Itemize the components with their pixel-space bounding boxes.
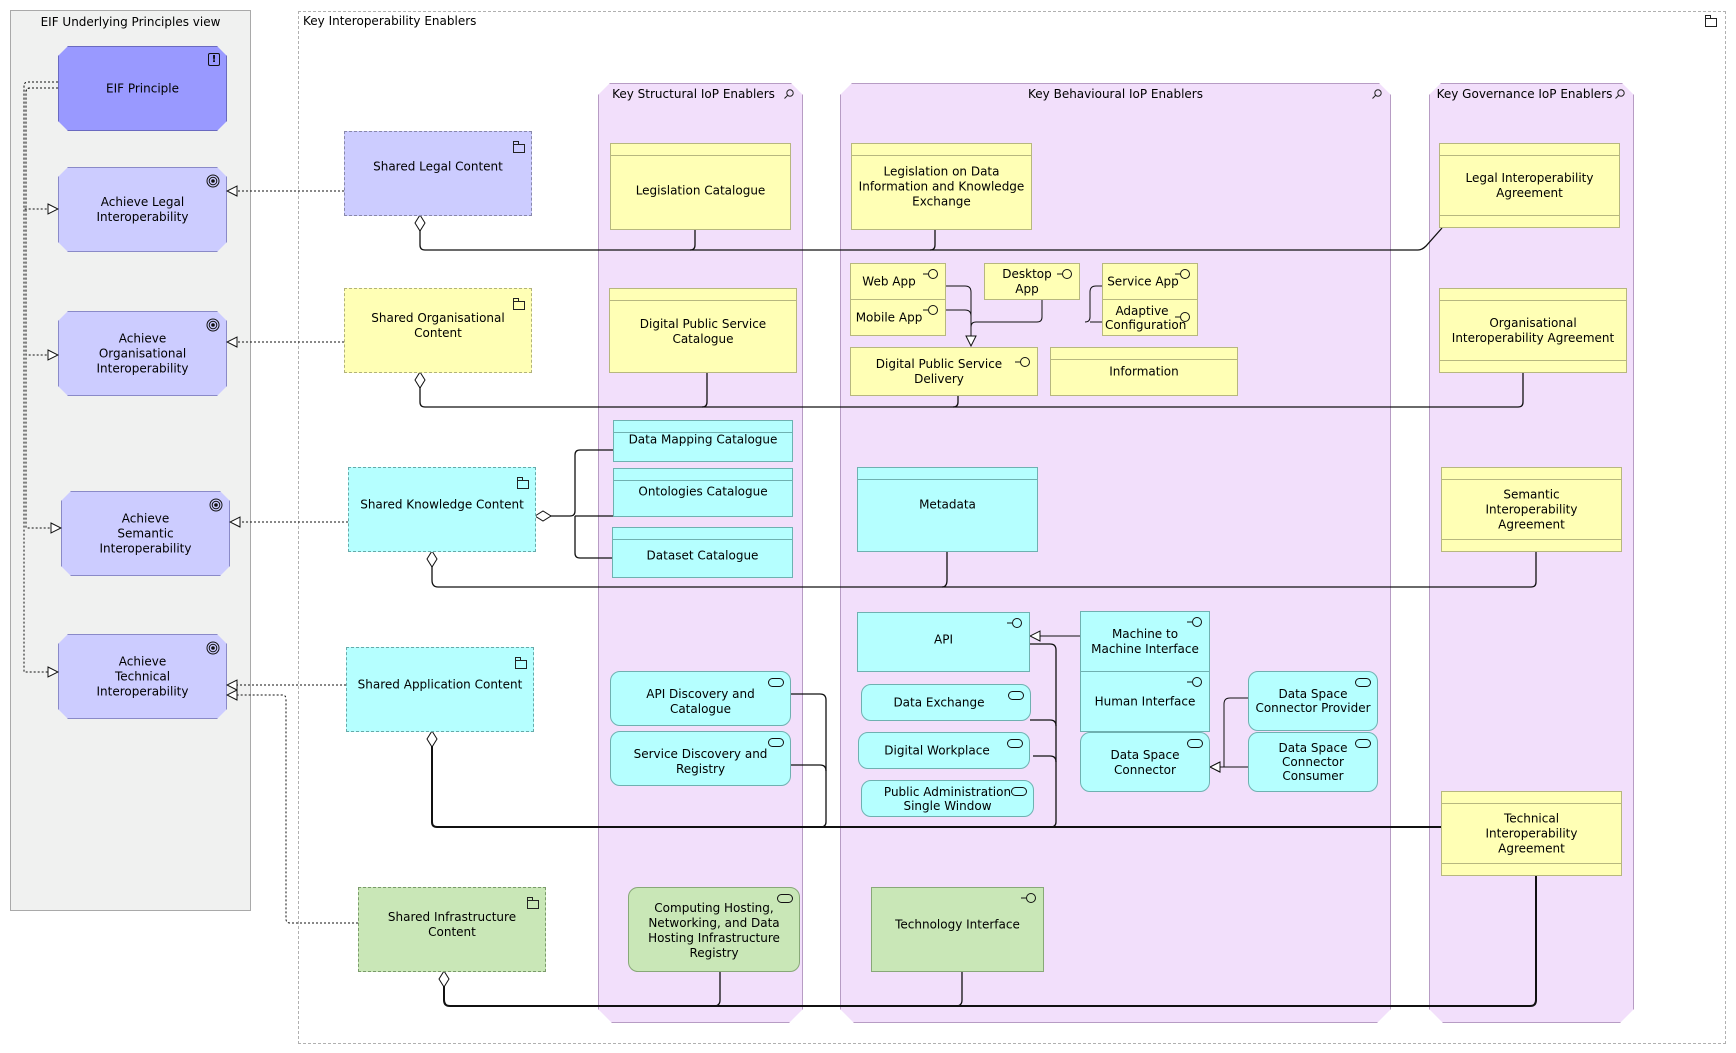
item-label: Computing Hosting, Networking, and Data … (648, 901, 780, 961)
realization-principle-sem (25, 87, 61, 528)
folder-icon (527, 897, 539, 909)
folder-icon (517, 477, 529, 489)
web-app[interactable]: Web App (850, 263, 946, 300)
item-label: Information (1109, 364, 1179, 378)
ontologies-catalogue[interactable]: Ontologies Catalogue (613, 468, 793, 517)
service-app[interactable]: Service App (1102, 263, 1198, 300)
information[interactable]: Information (1050, 347, 1238, 396)
folder-icon (515, 657, 527, 669)
data-mapping-catalogue[interactable]: Data Mapping Catalogue (613, 420, 793, 462)
shared-organisational-content[interactable]: Shared Organisational Content (344, 288, 532, 373)
item-label: Legislation on Data Information and Know… (858, 164, 1025, 208)
item-label: Data Space Connector Consumer (1278, 741, 1348, 783)
mobile-app[interactable]: Mobile App (850, 299, 946, 336)
desktop-app[interactable]: Desktop App (984, 263, 1080, 300)
human-interface[interactable]: Human Interface (1080, 671, 1210, 732)
data-exchange[interactable]: Data Exchange (861, 684, 1031, 721)
item-label: Legal Interoperability Agreement (1465, 170, 1594, 200)
item-label: Data Space Connector (1110, 748, 1180, 778)
group-label: Shared Infrastructure Content (387, 909, 517, 939)
interface-icon (923, 305, 938, 315)
item-label: Digital Public Service Delivery (875, 356, 1003, 386)
item-label: Technology Interface (895, 917, 1020, 932)
data-space-connector[interactable]: Data Space Connector (1080, 732, 1210, 792)
interface-icon (1187, 677, 1202, 687)
item-label: Data Mapping Catalogue (628, 432, 778, 447)
shared-knowledge-content[interactable]: Shared Knowledge Content (348, 467, 536, 552)
shared-legal-content[interactable]: Shared Legal Content (344, 131, 532, 216)
specialization-webapp (945, 285, 971, 346)
realization-tech-infra (227, 695, 358, 924)
digital-public-service-delivery[interactable]: Digital Public Service Delivery (850, 347, 1038, 396)
technology-interface[interactable]: Technology Interface (871, 887, 1044, 972)
semantic-interoperability-agreement[interactable]: Semantic Interoperability Agreement (1441, 467, 1622, 552)
specialization-dsc-provider (1210, 697, 1248, 767)
item-label: Ontologies Catalogue (638, 484, 768, 499)
service-icon (768, 678, 784, 687)
machine-to-machine-interface[interactable]: Machine to Machine Interface (1080, 611, 1210, 672)
computing-hosting-infrastructure-registry[interactable]: Computing Hosting, Networking, and Data … (628, 887, 800, 972)
realization-principle-org (25, 87, 58, 355)
realization-principle-tech (23, 81, 58, 672)
item-label: Desktop App (1002, 266, 1052, 296)
legislation-catalogue[interactable]: Legislation Catalogue (610, 143, 791, 230)
metadata[interactable]: Metadata (857, 467, 1038, 552)
adaptive-configuration[interactable]: Adaptive Configuration (1102, 299, 1198, 336)
interface-icon (923, 269, 938, 279)
aggregation-knowledge (426, 550, 1537, 588)
legal-interoperability-agreement[interactable]: Legal Interoperability Agreement (1439, 143, 1620, 228)
technical-interoperability-agreement[interactable]: Technical Interoperability Agreement (1441, 791, 1622, 876)
item-label: Public Administration Single Window (883, 784, 1012, 813)
item-label: Dataset Catalogue (646, 548, 759, 563)
item-label: Mobile App (855, 310, 923, 324)
item-label: Organisational Interoperability Agreemen… (1451, 315, 1615, 345)
organisational-interoperability-agreement[interactable]: Organisational Interoperability Agreemen… (1439, 288, 1627, 373)
public-administration-single-window[interactable]: Public Administration Single Window (861, 780, 1034, 817)
digital-workplace[interactable]: Digital Workplace (858, 732, 1030, 769)
group-label: Shared Legal Content (373, 159, 503, 174)
service-icon (768, 738, 784, 747)
dataset-catalogue[interactable]: Dataset Catalogue (612, 527, 793, 578)
item-label: Machine to Machine Interface (1091, 626, 1199, 656)
shared-infrastructure-content[interactable]: Shared Infrastructure Content (358, 887, 546, 972)
data-space-connector-provider[interactable]: Data Space Connector Provider (1248, 671, 1378, 731)
service-discovery-and-registry[interactable]: Service Discovery and Registry (610, 731, 791, 786)
item-label: Service Discovery and Registry (633, 746, 768, 776)
item-label: Semantic Interoperability Agreement (1485, 487, 1578, 531)
item-label: API (934, 632, 953, 647)
service-icon (1355, 678, 1371, 687)
item-label: Legislation Catalogue (635, 183, 766, 198)
legislation-on-data-information-and-knowledge-exchange[interactable]: Legislation on Data Information and Know… (851, 143, 1032, 230)
folder-icon (513, 298, 525, 310)
shared-application-content[interactable]: Shared Application Content (346, 647, 534, 732)
item-label: Data Space Connector Provider (1255, 687, 1371, 715)
interface-icon (1007, 618, 1022, 628)
item-label: Data Exchange (893, 695, 985, 709)
api-discovery-and-catalogue[interactable]: API Discovery and Catalogue (610, 671, 791, 726)
group-label: Shared Organisational Content (371, 310, 505, 340)
item-label: API Discovery and Catalogue (646, 686, 755, 716)
realization-principle-legal (23, 81, 58, 209)
item-label: Technical Interoperability Agreement (1485, 811, 1578, 855)
folder-icon (513, 141, 525, 153)
interface-icon (1021, 893, 1036, 903)
item-label: Adaptive Configuration (1105, 303, 1187, 332)
item-label: Digital Public Service Catalogue (639, 317, 767, 347)
service-icon (1187, 739, 1203, 748)
item-label: Service App (1107, 274, 1179, 288)
data-space-connector-consumer[interactable]: Data Space Connector Consumer (1248, 732, 1378, 792)
item-label: Human Interface (1094, 694, 1196, 708)
item-label: Digital Workplace (884, 743, 990, 757)
group-label: Shared Application Content (357, 677, 523, 692)
group-label: Shared Knowledge Content (360, 497, 524, 512)
api[interactable]: API (857, 612, 1030, 672)
item-label: Metadata (919, 497, 976, 512)
item-label: Web App (862, 274, 916, 288)
digital-public-service-catalogue[interactable]: Digital Public Service Catalogue (609, 288, 797, 373)
